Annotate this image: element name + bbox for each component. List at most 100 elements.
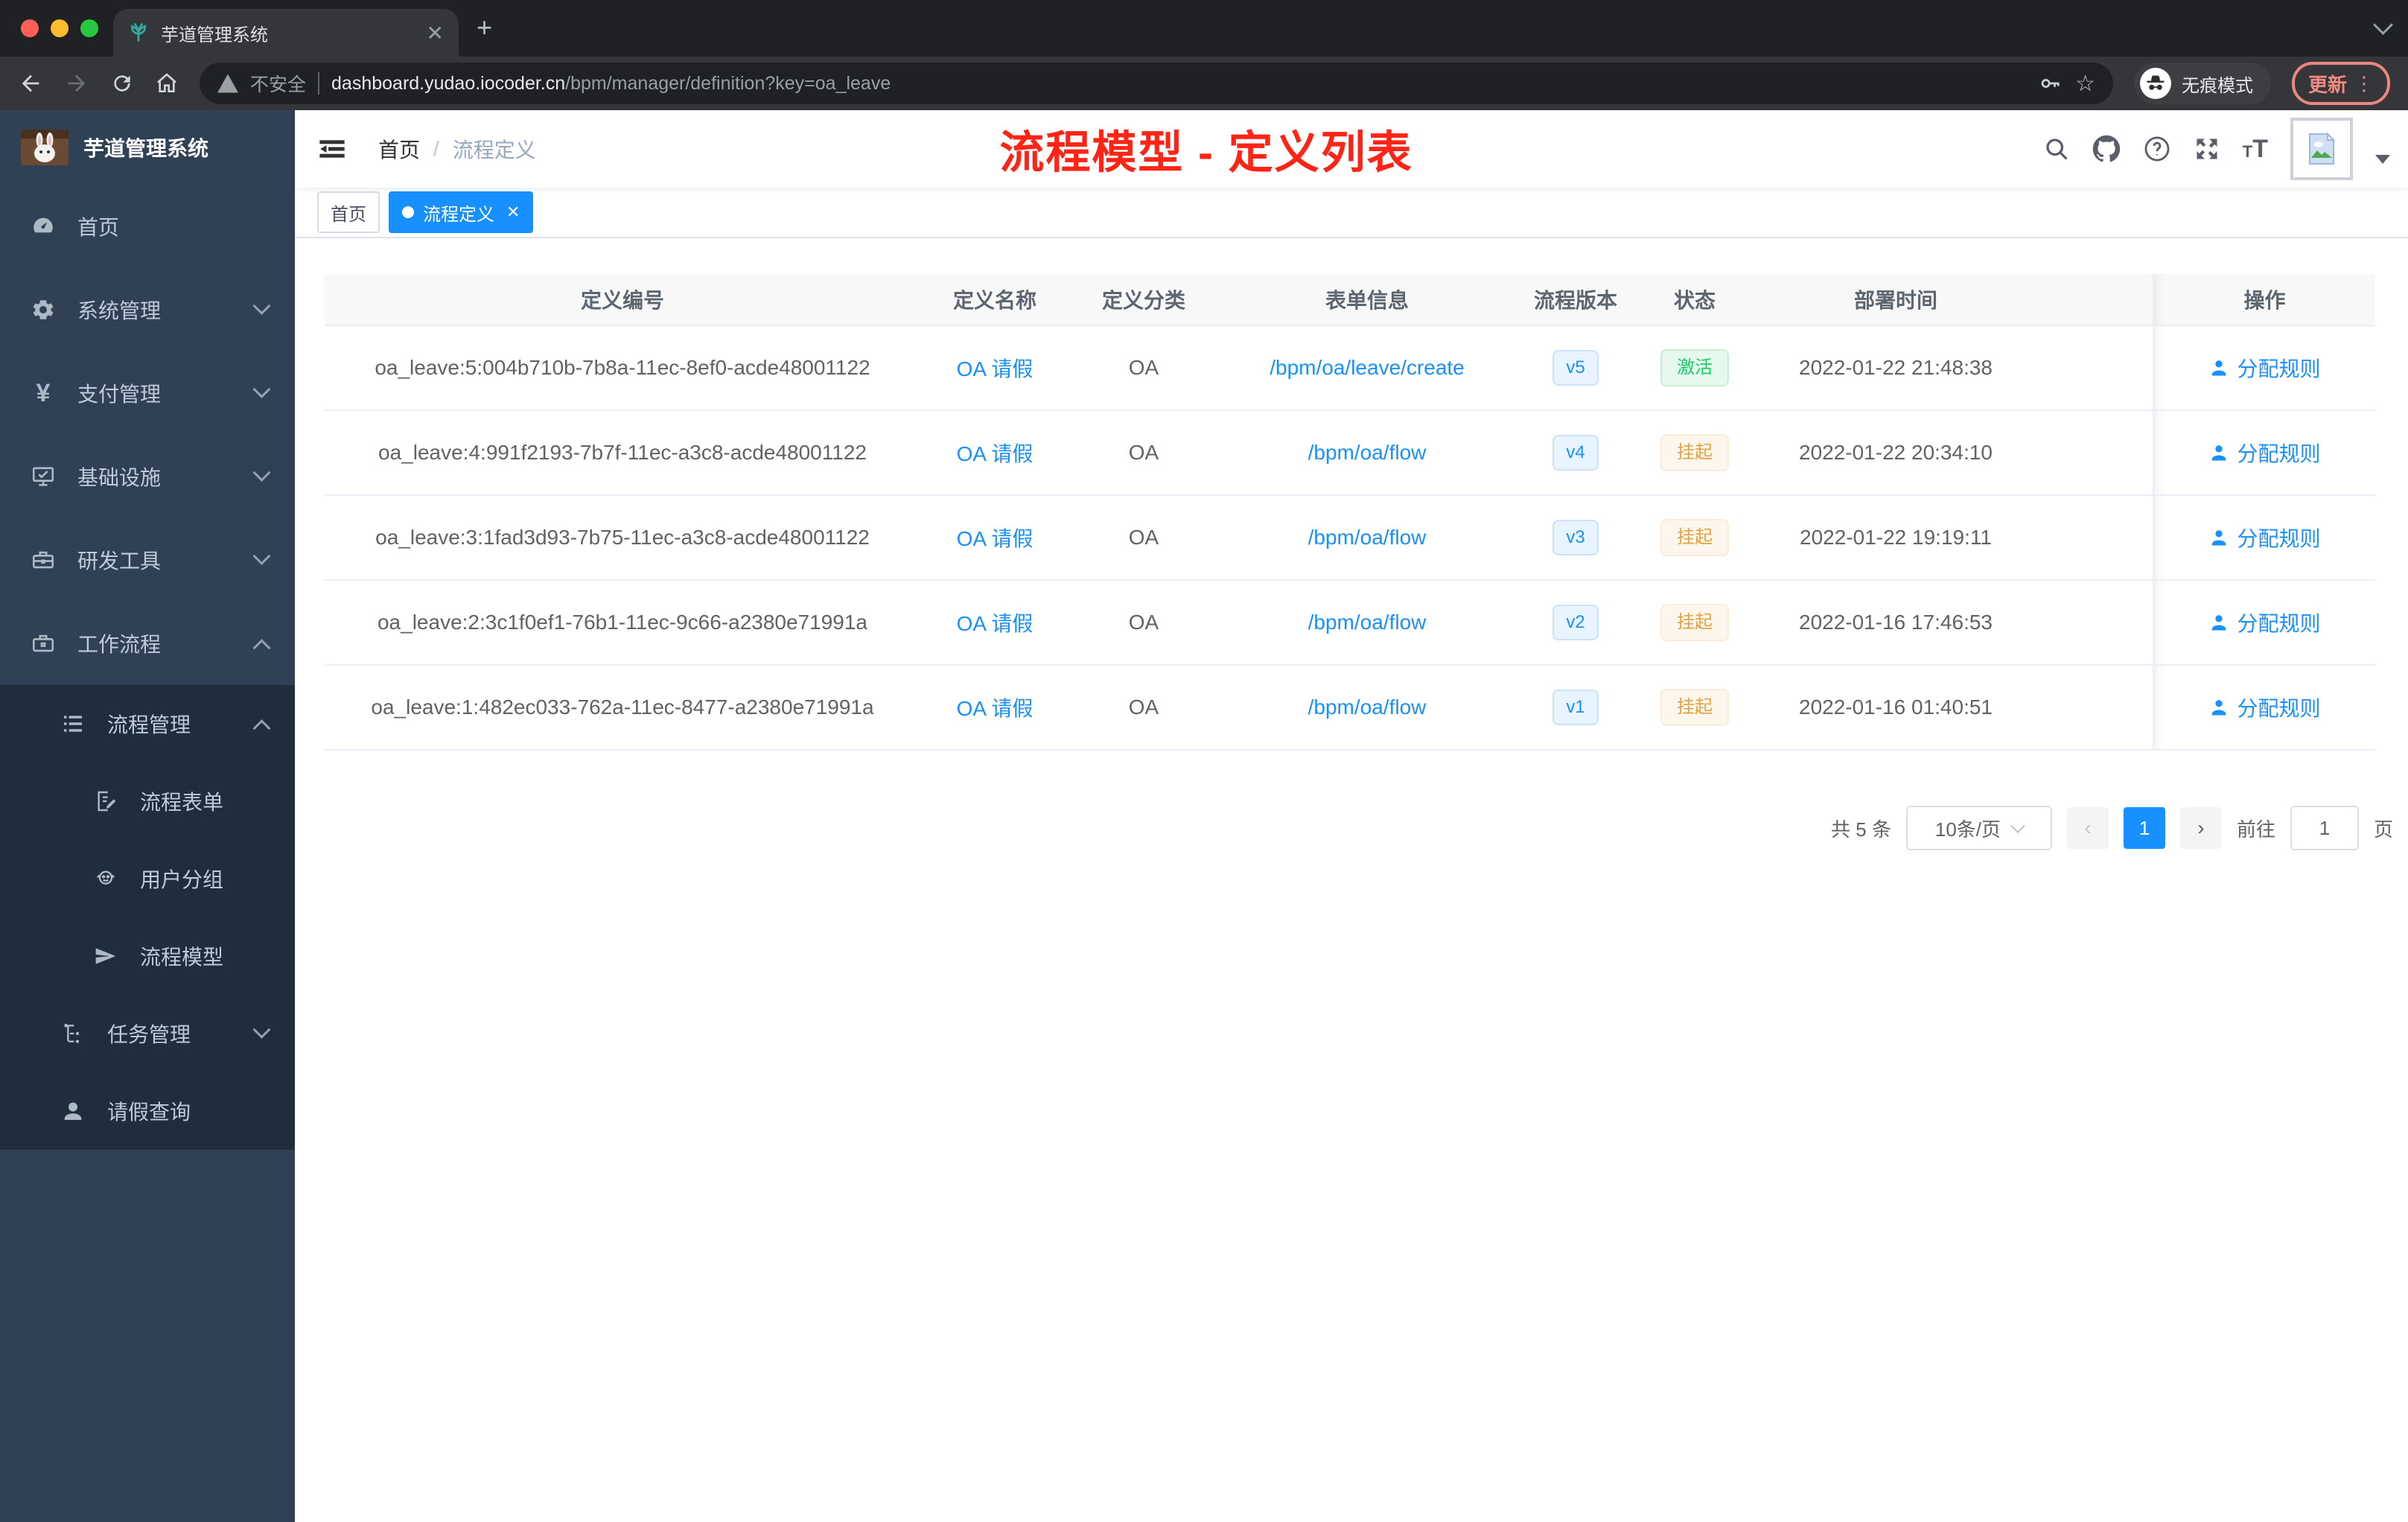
form-link[interactable]: /bpm/oa/flow — [1308, 695, 1427, 719]
status-badge: 激活 — [1660, 349, 1729, 386]
sidebar-item-process-model[interactable]: 流程模型 — [0, 917, 295, 995]
sidebar-item-user-group[interactable]: 用户分组 — [0, 840, 295, 917]
tag-home[interactable]: 首页 — [317, 191, 380, 233]
deploy-time: 2022-01-16 01:40:51 — [1754, 665, 2037, 751]
sidebar-item-label: 首页 — [77, 216, 120, 239]
sidebar-item-pay[interactable]: ¥ 支付管理 — [0, 351, 295, 435]
assign-rule-link[interactable]: 分配规则 — [2208, 353, 2321, 383]
definition-category: OA — [1069, 495, 1218, 581]
goto-page-input[interactable] — [2290, 806, 2359, 850]
definition-category: OA — [1069, 580, 1218, 666]
table-header-row: 定义编号 定义名称 定义分类 表单信息 流程版本 状态 部署时间 操作 — [325, 274, 2375, 326]
bookmark-star-icon[interactable]: ☆ — [2075, 71, 2095, 97]
window-zoom-button[interactable] — [80, 19, 98, 37]
sidebar-item-workflow[interactable]: 工作流程 — [0, 602, 295, 685]
definition-name-link[interactable]: OA 请假 — [957, 697, 1033, 720]
pagination: 共 5 条 10条/页 ‹ 1 › 前往 页 — [295, 806, 2393, 850]
version-badge: v5 — [1552, 350, 1599, 386]
help-icon[interactable] — [2143, 135, 2171, 163]
hamburger-fold-icon[interactable] — [317, 134, 347, 164]
table-row: oa_leave:3:1fad3d93-7b75-11ec-a3c8-acde4… — [325, 495, 2375, 581]
window-close-button[interactable] — [21, 19, 39, 37]
sidebar-item-home[interactable]: 首页 — [0, 185, 295, 268]
sidebar-item-process-manage[interactable]: 流程管理 — [0, 685, 295, 762]
font-size-icon[interactable]: TT — [2243, 135, 2268, 164]
definition-name-link[interactable]: OA 请假 — [957, 527, 1033, 550]
security-label: 不安全 — [250, 74, 307, 95]
form-link[interactable]: /bpm/oa/flow — [1308, 526, 1427, 549]
filler-cell — [2037, 665, 2153, 751]
sidebar: 芋道管理系统 首页 系统管理 ¥ 支付管理 基础设施 研发工具 工作流程 流程管… — [0, 110, 295, 1522]
form-link[interactable]: /bpm/oa/flow — [1308, 441, 1427, 464]
assign-rule-link[interactable]: 分配规则 — [2208, 692, 2321, 722]
tab-search-caret-icon[interactable] — [2373, 15, 2393, 35]
definition-name-link[interactable]: OA 请假 — [957, 357, 1033, 380]
prev-page-button[interactable]: ‹ — [2066, 807, 2109, 849]
app-title: 芋道管理系统 — [83, 137, 209, 160]
new-tab-button[interactable]: + — [477, 12, 492, 43]
chevron-down-icon — [252, 1020, 271, 1039]
tag-close-icon[interactable]: ✕ — [506, 203, 520, 222]
page-number-1[interactable]: 1 — [2123, 807, 2165, 849]
sidebar-item-dev[interactable]: 研发工具 — [0, 518, 295, 602]
briefcase-icon — [27, 631, 60, 656]
gear-icon — [27, 297, 60, 322]
assign-rule-link[interactable]: 分配规则 — [2208, 438, 2321, 468]
sidebar-item-task-manage[interactable]: 任务管理 — [0, 995, 295, 1072]
chevron-down-icon — [252, 463, 271, 482]
update-button[interactable]: 更新 ⋮ — [2291, 62, 2390, 105]
key-icon[interactable] — [2038, 71, 2063, 96]
reload-icon[interactable] — [110, 71, 134, 95]
github-icon[interactable] — [2092, 135, 2121, 163]
incognito-badge: 无痕模式 — [2133, 63, 2271, 104]
definition-name-link[interactable]: OA 请假 — [957, 442, 1033, 465]
assign-rule-label: 分配规则 — [2237, 696, 2321, 720]
form-link[interactable]: /bpm/oa/flow — [1308, 611, 1427, 634]
sidebar-item-label: 研发工具 — [77, 550, 162, 573]
avatar-caret-icon[interactable] — [2375, 155, 2390, 164]
browser-tab[interactable]: 芋道管理系统 ✕ — [113, 9, 459, 57]
definition-id: oa_leave:2:3c1f0ef1-76b1-11ec-9c66-a2380… — [377, 611, 867, 634]
assign-rule-link[interactable]: 分配规则 — [2208, 608, 2321, 637]
definition-table: 定义编号 定义名称 定义分类 表单信息 流程版本 状态 部署时间 操作 oa_l… — [325, 274, 2375, 751]
status-badge: 挂起 — [1660, 689, 1729, 726]
tag-process-definition[interactable]: 流程定义 ✕ — [389, 191, 534, 233]
user-icon — [2212, 614, 2226, 630]
browser-menu-dots-icon[interactable]: ⋮ — [2354, 72, 2374, 95]
sidebar-item-infra[interactable]: 基础设施 — [0, 435, 295, 518]
sidebar-item-leave-query[interactable]: 请假查询 — [0, 1072, 295, 1150]
user-icon — [57, 1099, 89, 1123]
back-icon[interactable] — [18, 71, 43, 96]
avatar[interactable] — [2290, 118, 2353, 180]
version-badge: v2 — [1552, 605, 1599, 640]
assign-rule-link[interactable]: 分配规则 — [2208, 523, 2321, 553]
next-page-button[interactable]: › — [2179, 807, 2222, 849]
search-icon[interactable] — [2043, 136, 2070, 162]
url-bar[interactable]: 不安全 dashboard.yudao.iocoder.cn/bpm/manag… — [200, 63, 2113, 104]
form-link[interactable]: /bpm/oa/leave/create — [1270, 356, 1465, 379]
filler-cell — [2037, 325, 2153, 411]
filler-cell — [2037, 410, 2153, 496]
user-icon — [2212, 699, 2226, 715]
tab-title: 芋道管理系统 — [161, 25, 268, 45]
deploy-time: 2022-01-22 21:48:38 — [1754, 325, 2037, 411]
group-icon — [89, 867, 122, 891]
breadcrumb-home-link[interactable]: 首页 — [378, 134, 420, 164]
forward-icon — [64, 71, 89, 96]
fullscreen-icon[interactable] — [2194, 136, 2220, 162]
sidebar-item-process-form[interactable]: 流程表单 — [0, 762, 295, 840]
pagination-total: 共 5 条 — [1831, 818, 1891, 841]
sidebar-item-system[interactable]: 系统管理 — [0, 268, 295, 351]
user-icon — [2212, 445, 2226, 460]
browser-tab-strip: 芋道管理系统 ✕ + — [0, 0, 2408, 57]
user-icon — [2212, 360, 2226, 375]
page-size-select[interactable]: 10条/页 — [1905, 806, 2052, 850]
window-minimize-button[interactable] — [51, 19, 69, 37]
assign-rule-label: 分配规则 — [2237, 526, 2321, 550]
table-row: oa_leave:1:482ec033-762a-11ec-8477-a2380… — [325, 665, 2375, 751]
tag-label: 流程定义 — [423, 204, 494, 225]
chevron-down-icon — [252, 380, 271, 398]
home-icon[interactable] — [155, 71, 179, 95]
tab-close-icon[interactable]: ✕ — [427, 21, 444, 45]
definition-name-link[interactable]: OA 请假 — [957, 612, 1033, 635]
